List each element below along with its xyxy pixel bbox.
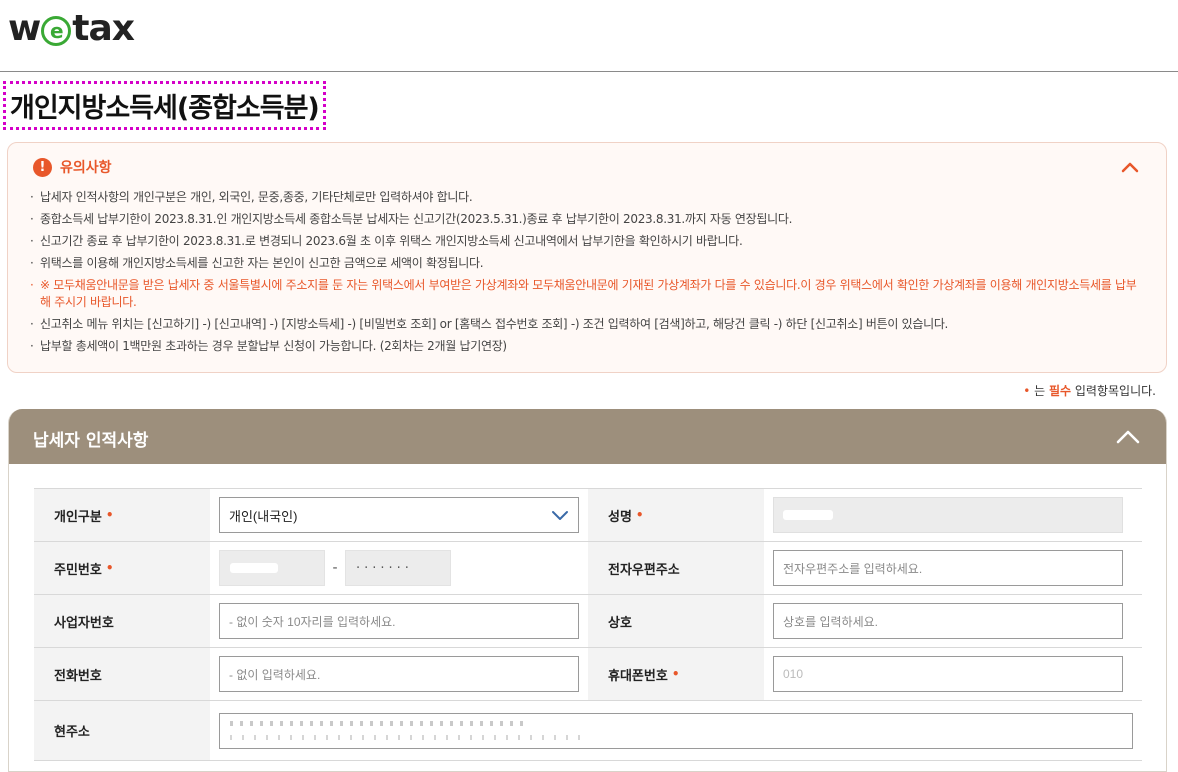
address-cell — [210, 701, 1142, 760]
address-label: 현주소 — [34, 701, 210, 760]
rrn-label-text: 주민번호 — [54, 562, 102, 578]
address-field[interactable] — [219, 712, 1133, 749]
biz-number-label: 사업자번호 — [34, 595, 210, 647]
logo-text-tax: tax — [72, 8, 135, 49]
email-cell: 전자우편주소를 입력하세요. — [764, 542, 1142, 594]
notice-item: 종합소득세 납부기한이 2023.8.31.인 개인지방소득세 종합소득분 납세… — [30, 211, 1140, 228]
email-label: 전자우편주소 — [588, 542, 764, 594]
notice-item: 위택스를 이용해 개인지방소득세를 신고한 자는 본인이 신고한 금액으로 세액… — [30, 255, 1140, 272]
name-label-text: 성명 — [608, 509, 632, 525]
redacted-address-line — [230, 720, 530, 726]
required-note-post: 입력항목입니다. — [1071, 384, 1156, 398]
mobile-field[interactable]: 010 — [773, 656, 1123, 692]
taxpayer-form: 개인구분 • 개인(내국인) 성명 • 주민번호 • - ······· 전자우… — [34, 488, 1142, 761]
company-label: 상호 — [588, 595, 764, 647]
required-fields-note: • 는 필수 입력항목입니다. — [1023, 382, 1156, 399]
form-row: 개인구분 • 개인(내국인) 성명 • — [34, 489, 1142, 542]
biz-number-field[interactable]: - 없이 숫자 10자리를 입력하세요. — [219, 603, 579, 639]
panel-title: 납세자 인적사항 — [33, 431, 149, 451]
type-label: 개인구분 • — [34, 489, 210, 541]
person-type-value: 개인(내국인) — [229, 508, 298, 524]
required-mark: • — [635, 508, 644, 522]
phone-label-text: 전화번호 — [54, 668, 102, 684]
redacted-name — [783, 510, 833, 520]
chevron-down-icon — [552, 511, 568, 520]
name-label: 성명 • — [588, 489, 764, 541]
company-label-text: 상호 — [608, 615, 632, 631]
chevron-up-icon[interactable] — [1114, 423, 1142, 451]
rrn-cell: - ······· — [210, 542, 588, 594]
phone-cell: - 없이 입력하세요. — [210, 648, 588, 700]
email-label-text: 전자우편주소 — [608, 562, 680, 578]
biz-cell: - 없이 숫자 10자리를 입력하세요. — [210, 595, 588, 647]
company-cell: 상호를 입력하세요. — [764, 595, 1142, 647]
rrn-group: - ······· — [219, 550, 451, 586]
taxpayer-info-panel: 납세자 인적사항 개인구분 • 개인(내국인) 성명 • 주민번호 • - ··… — [8, 409, 1167, 772]
address-label-text: 현주소 — [54, 725, 90, 740]
phone-label: 전화번호 — [34, 648, 210, 700]
name-field — [773, 497, 1123, 533]
panel-header[interactable]: 납세자 인적사항 — [9, 409, 1166, 464]
rrn-back-field: ······· — [345, 550, 451, 586]
rrn-label: 주민번호 • — [34, 542, 210, 594]
notice-box: ! 유의사항 납세자 인적사항의 개인구분은 개인, 외국인, 문중,종중, 기… — [7, 142, 1167, 373]
type-cell: 개인(내국인) — [210, 489, 588, 541]
required-mark: • — [671, 667, 680, 681]
notice-list: 납세자 인적사항의 개인구분은 개인, 외국인, 문중,종중, 기타단체로만 입… — [30, 189, 1140, 360]
mobile-value: 010 — [783, 667, 804, 681]
biz-label-text: 사업자번호 — [54, 615, 114, 631]
phone-field[interactable]: - 없이 입력하세요. — [219, 656, 579, 692]
company-field[interactable]: 상호를 입력하세요. — [773, 603, 1123, 639]
notice-header: ! 유의사항 — [33, 157, 112, 177]
person-type-select[interactable]: 개인(내국인) — [219, 497, 579, 533]
form-row: 전화번호 - 없이 입력하세요. 휴대폰번호 • 010 — [34, 648, 1142, 701]
rrn-dash: - — [332, 560, 338, 576]
redacted-address-line — [230, 734, 590, 740]
type-label-text: 개인구분 — [54, 509, 102, 525]
notice-item-warning: ※ 모두채움안내문을 받은 납세자 중 서울특별시에 주소지를 둔 자는 위택스… — [30, 277, 1140, 311]
exclamation-icon: ! — [33, 157, 52, 177]
wetax-logo[interactable]: w e tax — [8, 8, 135, 49]
mobile-cell: 010 — [764, 648, 1142, 700]
rrn-front-field — [219, 550, 325, 586]
notice-item: 신고취소 메뉴 위치는 [신고하기] -) [신고내역] -) [지방소득세] … — [30, 316, 1140, 333]
required-mark: • — [105, 508, 114, 522]
form-row: 사업자번호 - 없이 숫자 10자리를 입력하세요. 상호 상호를 입력하세요. — [34, 595, 1142, 648]
logo-text-w: w — [8, 8, 41, 49]
email-field[interactable]: 전자우편주소를 입력하세요. — [773, 550, 1123, 586]
notice-item: 납부할 총세액이 1백만원 초과하는 경우 분할납부 신청이 가능합니다. (2… — [30, 338, 1140, 355]
site-header: w e tax — [0, 0, 1178, 72]
mobile-label: 휴대폰번호 • — [588, 648, 764, 700]
notice-item: 납세자 인적사항의 개인구분은 개인, 외국인, 문중,종중, 기타단체로만 입… — [30, 189, 1140, 206]
notice-item: 신고기간 종료 후 납부기한이 2023.8.31.로 변경되니 2023.6월… — [30, 233, 1140, 250]
required-mark: • — [105, 561, 114, 575]
required-note-must: 필수 — [1048, 384, 1072, 398]
form-row: 주민번호 • - ······· 전자우편주소 전자우편주소를 입력하세요. — [34, 542, 1142, 595]
page-title: 개인지방소득세(종합소득분) — [3, 81, 326, 130]
form-row: 현주소 — [34, 701, 1142, 761]
name-cell — [764, 489, 1142, 541]
logo-e-mark: e — [41, 15, 72, 46]
chevron-up-icon[interactable] — [1118, 155, 1142, 179]
required-note-pre: 는 — [1030, 384, 1049, 398]
redacted-rrn — [230, 563, 278, 573]
notice-title: 유의사항 — [60, 160, 112, 176]
mobile-label-text: 휴대폰번호 — [608, 668, 668, 684]
